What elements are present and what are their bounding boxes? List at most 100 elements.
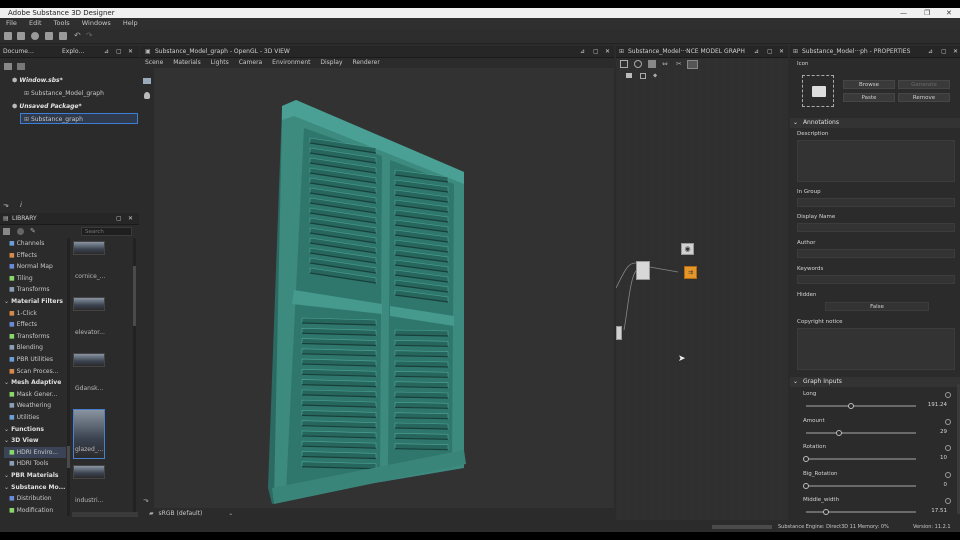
input-value[interactable]: 0 [907, 482, 948, 488]
graph-node-input[interactable] [616, 326, 622, 340]
hdri-thumbnail[interactable] [73, 353, 105, 367]
properties-title[interactable]: Substance_Model···ph - PROPERTIES [802, 46, 910, 57]
thumbnail-scrollbar-thumb[interactable] [133, 266, 136, 326]
library-category-header[interactable]: ⌄ Functions [4, 424, 66, 435]
input-slider-knob[interactable] [822, 509, 829, 515]
keywords-field[interactable] [797, 275, 955, 284]
colorspace-select[interactable]: sRGB (default) [159, 510, 203, 517]
library-category-item[interactable]: ■ HDRI Enviro... [4, 446, 66, 458]
library-category-item[interactable]: ■ Effects [4, 250, 66, 261]
close-panel-icon[interactable]: ✕ [953, 46, 958, 57]
generate-button[interactable]: Generate [898, 80, 950, 89]
icon-preview[interactable] [802, 75, 834, 107]
remove-button[interactable]: Remove [898, 93, 950, 102]
category-scrollbar-thumb[interactable] [67, 446, 70, 468]
copyright-field[interactable] [797, 328, 955, 370]
input-slider-track[interactable] [806, 484, 916, 487]
float-icon[interactable]: ▢ [767, 46, 773, 57]
explorer-package-window[interactable]: ⬢ Window.sbs* [12, 75, 63, 86]
reset-icon[interactable] [945, 418, 951, 425]
library-category-item[interactable]: ■ Scan Proces... [4, 366, 66, 377]
library-category-item[interactable]: ■ Transforms [4, 331, 66, 342]
undo-icon[interactable]: ↶ [74, 32, 82, 40]
viewport-menu-camera[interactable]: Camera [239, 59, 263, 66]
input-value[interactable]: 191.24 [907, 402, 947, 408]
library-category-item[interactable]: ■ Modification [4, 505, 66, 516]
paste-button[interactable]: Paste [843, 93, 895, 102]
library-category-item[interactable]: ■ Blending [4, 342, 66, 353]
library-category-header[interactable]: ⌄ PBR Materials [4, 470, 66, 481]
pin-icon[interactable]: ⊿ [104, 46, 109, 57]
viewport-3d-canvas[interactable] [154, 68, 614, 508]
close-panel-icon[interactable]: ✕ [779, 46, 784, 57]
graph-canvas[interactable]: ⇔ ✂ ⬥ ◉ ⇉ ➤ [616, 58, 788, 520]
input-slider-knob[interactable] [836, 429, 842, 436]
library-category-item[interactable]: ■ PBR Utilities [4, 354, 66, 365]
float-icon[interactable]: ▢ [116, 46, 122, 57]
menu-windows[interactable]: Windows [82, 19, 111, 27]
menu-tools[interactable]: Tools [54, 19, 70, 27]
viewport-menu-display[interactable]: Display [320, 59, 342, 66]
input-value[interactable]: 29 [907, 429, 947, 435]
close-panel-icon[interactable]: ✕ [605, 46, 610, 57]
library-category-item[interactable]: ■ Weathering [4, 400, 66, 411]
new-graph-icon[interactable] [17, 32, 25, 40]
minimize-button[interactable]: — [900, 8, 907, 18]
explorer-package-unsaved[interactable]: ⬢ Unsaved Package* [12, 101, 82, 112]
menu-help[interactable]: Help [123, 19, 138, 27]
library-category-item[interactable]: ■ Tiling [4, 273, 66, 284]
thumbnail-size-slider[interactable] [72, 512, 138, 517]
input-slider-knob[interactable] [803, 482, 809, 489]
library-category-item[interactable]: ■ Distribution [4, 493, 66, 504]
library-category-item[interactable]: ■ Channels [4, 238, 66, 249]
info-icon[interactable]: i [20, 201, 22, 209]
camera-icon[interactable] [143, 78, 151, 84]
hdri-thumbnail[interactable] [73, 241, 105, 255]
close-panel-icon[interactable]: ✕ [128, 46, 133, 57]
filter-icon[interactable]: ⬎ [143, 496, 149, 504]
library-brush-icon[interactable]: ✎ [30, 228, 37, 235]
redo-icon[interactable]: ↷ [86, 32, 94, 40]
library-category-item[interactable]: ■ Transforms [4, 284, 66, 295]
hidden-select[interactable]: False [825, 302, 929, 311]
hdri-thumbnail[interactable] [73, 465, 105, 479]
input-slider-knob[interactable] [803, 456, 809, 462]
viewport-menu-renderer[interactable]: Renderer [352, 59, 379, 66]
library-category-header[interactable]: ⌄ Material Filters [4, 296, 66, 307]
display-name-field[interactable] [797, 223, 955, 232]
annotations-section[interactable]: ⌄ Annotations [790, 118, 960, 128]
substance-icon[interactable] [31, 32, 39, 40]
graph-inputs-section[interactable]: ⌄ Graph Inputs [790, 377, 960, 387]
save-icon[interactable] [59, 32, 67, 40]
menu-file[interactable]: File [6, 19, 17, 27]
reset-icon[interactable] [945, 445, 951, 451]
input-slider-track[interactable] [806, 405, 916, 407]
library-category-item[interactable]: ■ Effects [4, 319, 66, 330]
filter-icon[interactable]: ⬎ [3, 201, 9, 209]
description-field[interactable] [797, 140, 955, 182]
input-slider-track[interactable] [806, 431, 916, 434]
close-panel-icon[interactable]: ✕ [128, 213, 133, 224]
float-icon[interactable]: ▢ [116, 213, 122, 224]
category-scrollbar[interactable] [67, 238, 70, 516]
document-tab[interactable]: Docume… [3, 46, 34, 57]
input-value[interactable]: 10 [907, 455, 947, 461]
package-icon[interactable] [17, 63, 25, 70]
float-icon[interactable]: ▢ [941, 46, 947, 57]
library-category-item[interactable]: ■ Normal Map [4, 261, 66, 272]
reset-icon[interactable] [945, 498, 951, 504]
input-value[interactable]: 17.51 [907, 508, 947, 514]
library-search-input[interactable]: Search [81, 227, 132, 236]
chevron-down-icon[interactable]: ⌄ [228, 510, 233, 517]
viewport-menu-materials[interactable]: Materials [173, 59, 201, 66]
library-category-item[interactable]: ■ Utilities [4, 412, 66, 423]
viewport-menu-environment[interactable]: Environment [272, 59, 310, 66]
graph-node-material[interactable] [636, 261, 650, 280]
new-package-icon[interactable] [4, 32, 12, 40]
graph-title[interactable]: Substance_Model···NCE MODEL GRAPH [628, 46, 745, 57]
library-globe-icon[interactable] [17, 228, 24, 235]
library-category-header[interactable]: ⌄ 3D View [4, 435, 66, 446]
library-category-header[interactable]: ⌄ Mesh Adaptive [4, 377, 66, 388]
library-category-item[interactable]: ■ 1-Click [4, 308, 66, 319]
input-slider-knob[interactable] [848, 403, 854, 409]
